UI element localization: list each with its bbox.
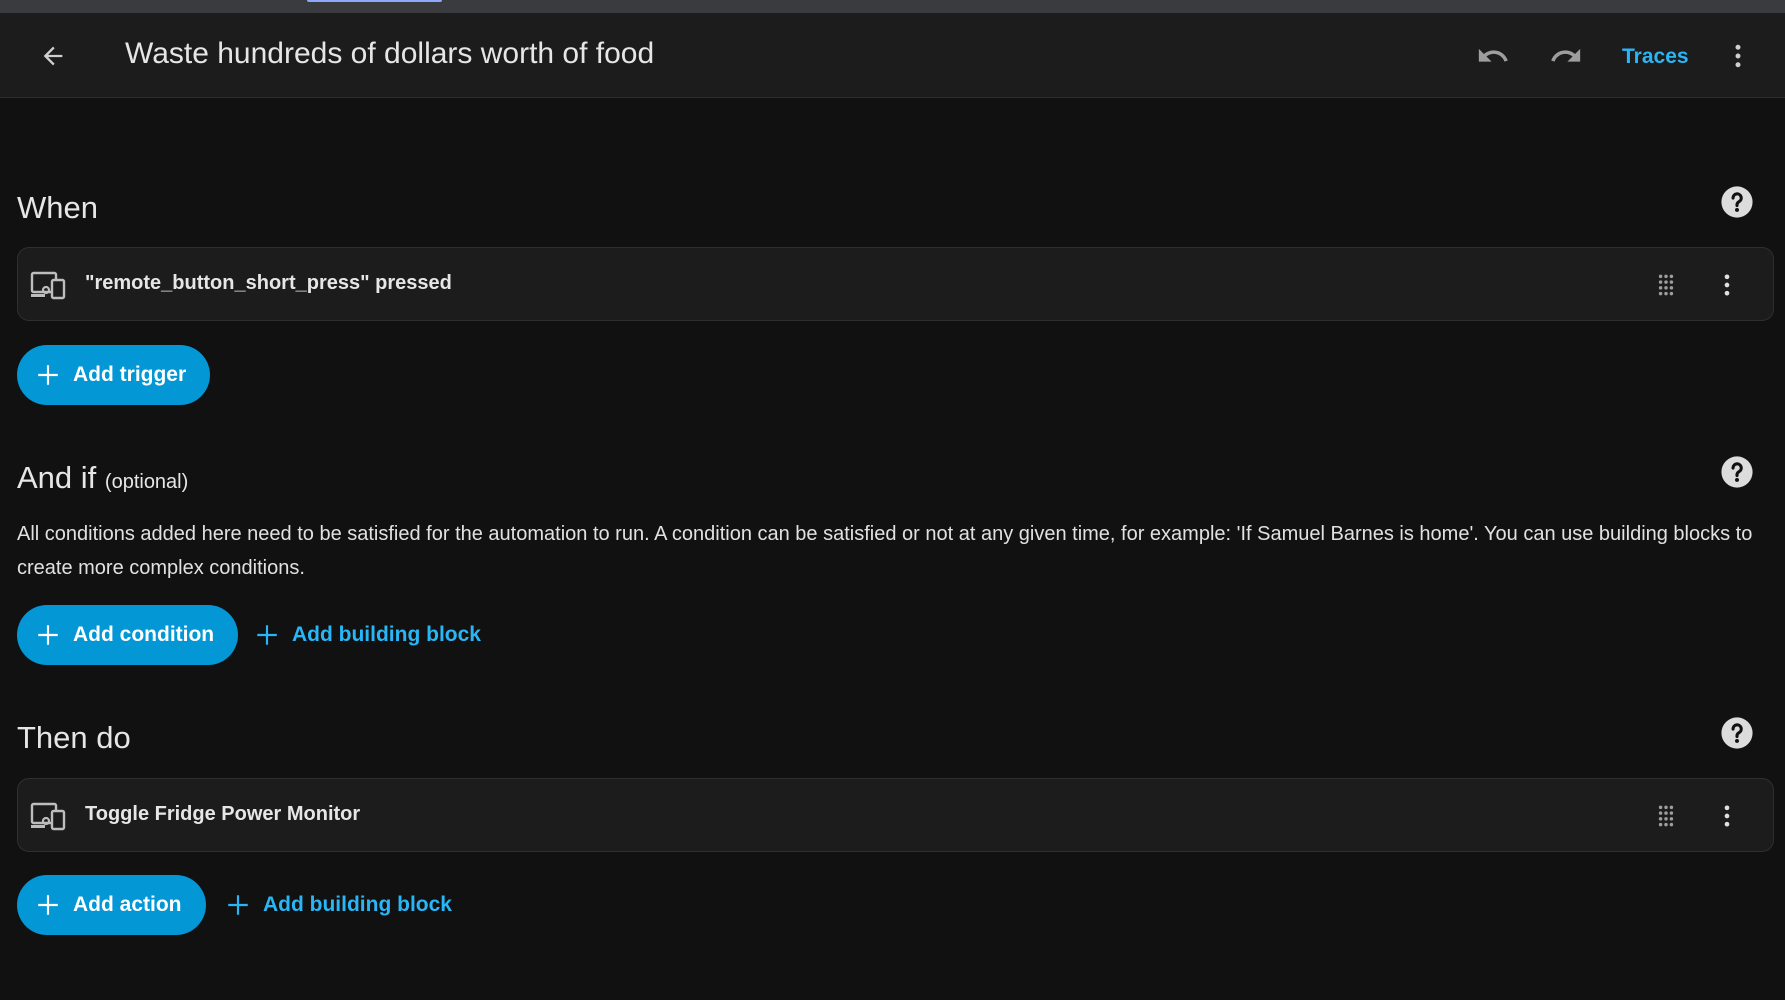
drag-handle-icon[interactable]	[1653, 803, 1679, 829]
trigger-label: "remote_button_short_press" pressed	[85, 272, 452, 294]
dots-vertical-icon	[1724, 274, 1730, 296]
add-building-block-label: Add building block	[263, 893, 452, 916]
add-condition-label: Add condition	[73, 623, 215, 646]
trigger-menu-button[interactable]	[1710, 268, 1744, 302]
plus-icon	[38, 625, 58, 645]
plus-icon	[38, 365, 58, 385]
dots-vertical-icon	[1735, 44, 1741, 68]
actions-section-title: Then do	[17, 720, 131, 755]
page-title: Waste hundreds of dollars worth of food	[125, 37, 655, 70]
add-trigger-label: Add trigger	[73, 363, 187, 386]
arrow-left-icon	[43, 46, 63, 66]
action-label: Toggle Fridge Power Monitor	[85, 803, 361, 825]
add-action-button[interactable]: Add action	[17, 875, 206, 935]
conditions-description: All conditions added here need to be sat…	[17, 523, 1753, 579]
drag-handle-icon[interactable]	[1653, 272, 1679, 298]
help-icon[interactable]	[1720, 716, 1754, 750]
overflow-menu-button[interactable]	[1715, 33, 1761, 79]
help-icon[interactable]	[1720, 455, 1754, 489]
undo-button[interactable]	[1470, 33, 1516, 79]
conditions-title-text: And if	[17, 460, 97, 495]
add-condition-button[interactable]: Add condition	[17, 605, 239, 665]
redo-button[interactable]	[1543, 33, 1589, 79]
traces-link[interactable]: Traces	[1622, 45, 1689, 69]
back-button[interactable]	[30, 33, 76, 79]
trigger-card[interactable]: "remote_button_short_press" pressed	[17, 247, 1774, 321]
app-header: Waste hundreds of dollars worth of food …	[0, 13, 1785, 98]
add-condition-building-block-button[interactable]: Add building block	[254, 605, 481, 665]
help-icon[interactable]	[1720, 185, 1754, 219]
optional-label: (optional)	[104, 471, 189, 493]
device-icon	[30, 802, 66, 831]
plus-icon	[228, 895, 248, 915]
tab-indicator	[307, 0, 442, 2]
add-action-building-block-button[interactable]: Add building block	[225, 875, 452, 935]
conditions-section-title: And if (optional)	[17, 460, 188, 496]
action-menu-button[interactable]	[1710, 799, 1744, 833]
add-trigger-button[interactable]: Add trigger	[17, 345, 211, 405]
browser-top-strip	[0, 0, 1785, 13]
dots-vertical-icon	[1724, 805, 1730, 827]
plus-icon	[38, 895, 58, 915]
add-action-label: Add action	[73, 893, 182, 916]
undo-icon	[1478, 48, 1508, 62]
device-icon	[30, 271, 66, 300]
redo-icon	[1551, 48, 1581, 62]
triggers-section-title: When	[17, 190, 98, 225]
plus-icon	[257, 625, 277, 645]
action-card[interactable]: Toggle Fridge Power Monitor	[17, 778, 1774, 852]
add-building-block-label: Add building block	[292, 623, 481, 646]
